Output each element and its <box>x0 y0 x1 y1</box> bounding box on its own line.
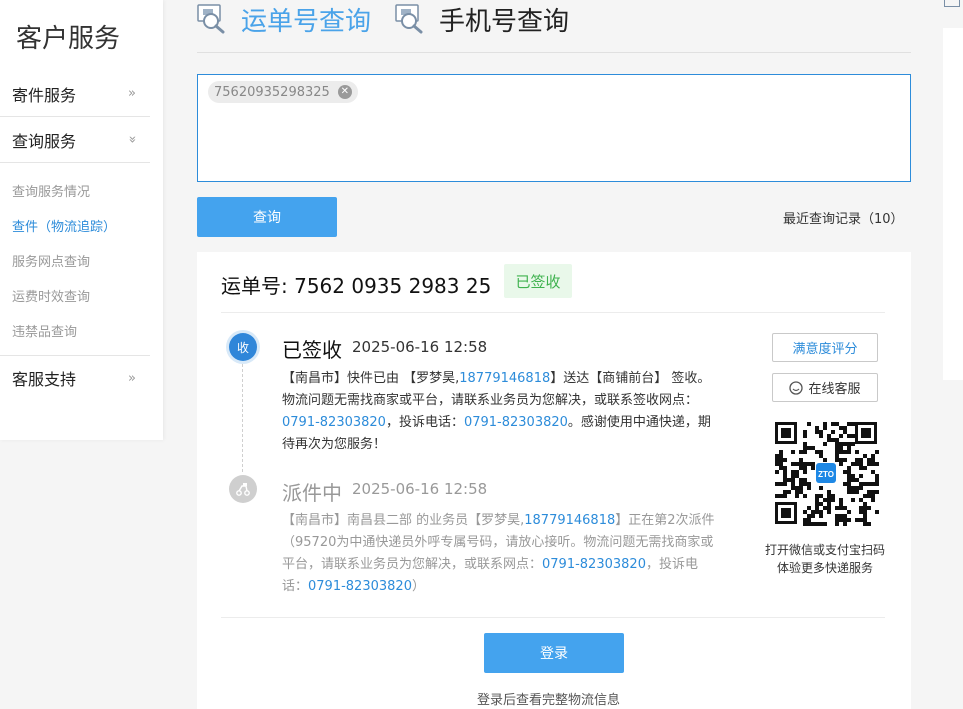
delivery-scooter-icon <box>229 475 257 503</box>
qr-caption-line: 打开微信或支付宝扫码 <box>764 543 885 557</box>
sub-item-service-status[interactable]: 查询服务情况 <box>12 181 90 200</box>
event-time: 2025-06-16 12:58 <box>352 338 488 356</box>
desc-text: 【南昌市】南昌县二部 的业务员【罗梦昊, <box>282 513 525 528</box>
complaint-phone-link[interactable]: 0791-82303820 <box>464 415 568 430</box>
qr-code: ZTO <box>773 420 879 526</box>
online-service-button[interactable]: 在线客服 <box>772 373 878 402</box>
nav-group-label: 寄件服务 <box>12 85 77 105</box>
remove-chip-icon[interactable]: ✕ <box>337 85 352 99</box>
chat-bubble-icon <box>789 380 804 395</box>
divider <box>221 617 885 618</box>
event-description: 【南昌市】南昌县二部 的业务员【罗梦昊,18779146818】正在第2次派件（… <box>282 510 722 598</box>
recent-query-records-link[interactable]: 最近查询记录（10） <box>783 208 904 227</box>
courier-phone-link[interactable]: 18779146818 <box>459 371 550 386</box>
outlet-phone-link[interactable]: 0791-82303820 <box>542 557 646 572</box>
tracking-result-card: 运单号: 7562 0935 2983 25 已签收 收 已签收 2025-06… <box>197 252 911 709</box>
divider <box>221 312 885 313</box>
sub-item-prohibited-query[interactable]: 违禁品查询 <box>12 321 77 340</box>
desc-text: ，投诉电话： <box>385 415 464 430</box>
nav-group-shipping[interactable]: 寄件服务 » <box>0 71 150 117</box>
nav-group-support[interactable]: 客服支持 » <box>0 355 150 400</box>
online-service-label: 在线客服 <box>808 382 861 397</box>
nav-group-label: 查询服务 <box>12 131 77 151</box>
desc-text: 【南昌市】快件已由 【罗梦昊, <box>282 371 460 386</box>
event-status: 已签收 <box>282 338 342 362</box>
waybill-search-icon <box>197 4 229 34</box>
qr-caption-line: 体验更多快递服务 <box>776 561 873 575</box>
sidebar-title: 客户服务 <box>16 24 121 54</box>
sub-item-outlet-query[interactable]: 服务网点查询 <box>12 251 90 270</box>
query-button[interactable]: 查询 <box>197 197 337 237</box>
status-badge: 已签收 <box>504 264 572 298</box>
phone-search-icon <box>395 4 427 34</box>
event-time: 2025-06-16 12:58 <box>352 480 488 498</box>
chevron-down-icon: » <box>124 135 140 144</box>
sub-item-freight-query[interactable]: 运费时效查询 <box>12 286 90 305</box>
right-side-panel <box>943 28 963 380</box>
sidebar: 客户服务 寄件服务 » 查询服务 » 查询服务情况 查件（物流追踪） 服务网点查… <box>0 0 163 440</box>
corner-widget-icon[interactable] <box>944 0 960 7</box>
tab-phone-query[interactable]: 手机号查询 <box>395 0 569 38</box>
outlet-phone-link[interactable]: 0791-82303820 <box>282 415 386 430</box>
chevron-right-icon: » <box>128 370 136 386</box>
nav-group-label: 客服支持 <box>12 370 77 389</box>
tab-label: 手机号查询 <box>439 6 570 37</box>
waybill-chip: 75620935298325 ✕ <box>208 81 358 103</box>
courier-phone-link[interactable]: 18779146818 <box>524 513 615 528</box>
desc-text: ） <box>411 579 425 594</box>
nav-group-query[interactable]: 查询服务 » <box>0 117 150 163</box>
satisfaction-rating-button[interactable]: 满意度评分 <box>772 333 878 362</box>
tab-label: 运单号查询 <box>241 6 372 37</box>
sub-item-tracking[interactable]: 查件（物流追踪） <box>12 216 116 235</box>
login-button[interactable]: 登录 <box>484 633 624 673</box>
waybill-chip-value: 75620935298325 <box>214 84 330 100</box>
login-hint: 登录后查看完整物流信息 <box>477 693 621 708</box>
complaint-phone-link[interactable]: 0791-82303820 <box>308 579 412 594</box>
header-divider <box>197 52 911 53</box>
chevron-right-icon: » <box>128 86 136 101</box>
event-description: 【南昌市】快件已由 【罗梦昊,18779146818】送达【商铺前台】 签收。 … <box>282 368 722 456</box>
qr-caption: 打开微信或支付宝扫码 体验更多快递服务 <box>757 541 893 577</box>
qr-logo-text: ZTO <box>818 470 834 479</box>
received-icon: 收 <box>229 333 257 361</box>
event-status: 派件中 <box>282 481 342 505</box>
waybill-number-label: 运单号: 7562 0935 2983 25 <box>221 274 492 298</box>
waybill-input-area[interactable]: 75620935298325 ✕ <box>197 74 911 182</box>
timeline-connector <box>242 364 243 472</box>
tab-waybill-query[interactable]: 运单号查询 <box>197 0 371 38</box>
